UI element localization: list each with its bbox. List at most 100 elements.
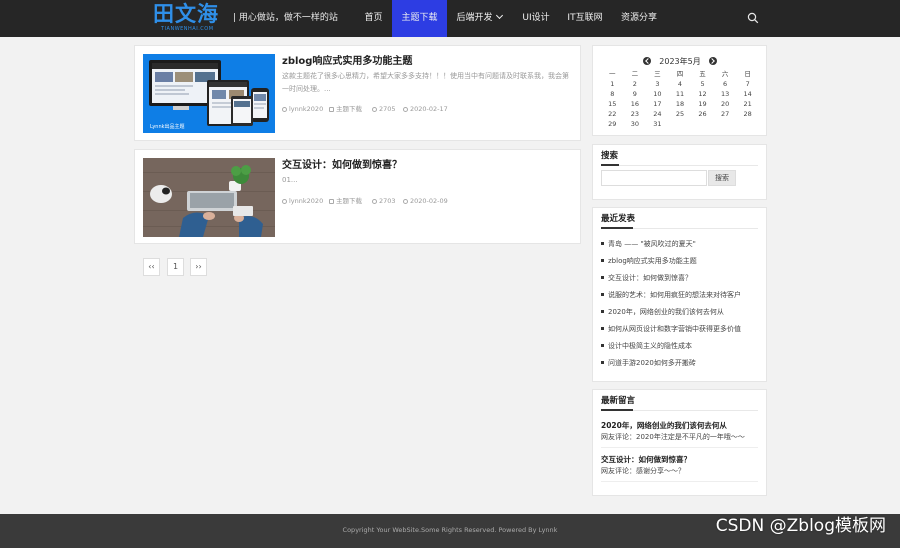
post-meta: lynnk2020 主题下载 2705 2020-02-17 (282, 104, 574, 114)
calendar-day: 11 (675, 90, 685, 98)
recent-post-link[interactable]: 交互设计：如何做到惊喜？ (601, 273, 692, 283)
calendar-day: 31 (653, 120, 662, 128)
recent-post-title: 如何从网页设计和数字营销中获得更多价值 (608, 325, 741, 333)
nav-item-theme-download[interactable]: 主题下载 (392, 0, 447, 37)
calendar-day: 6 (723, 80, 728, 88)
chevron-down-icon (495, 11, 503, 20)
user-icon (282, 107, 287, 112)
watermark-text: CSDN @Zblog模板网 (715, 516, 886, 536)
nav-label: UI设计 (522, 13, 550, 23)
calendar-day: 18 (675, 100, 685, 108)
widget-title: 最近发表 (601, 214, 636, 224)
bullet-icon (601, 259, 604, 262)
calendar-day: 20 (720, 100, 730, 108)
pagination-page-button[interactable]: 1 (167, 258, 184, 276)
calendar-day: 28 (743, 110, 752, 118)
divider (601, 165, 758, 166)
calendar-day (714, 119, 737, 129)
pagination-next-button[interactable]: ›› (190, 258, 207, 276)
author-meta[interactable]: lynnk2020 (282, 196, 323, 206)
calendar-day: 8 (610, 90, 615, 98)
nav-label: 资源分享 (620, 13, 657, 23)
calendar-day: 13 (720, 90, 730, 98)
weekday-label: 一 (609, 70, 616, 78)
post-title[interactable]: 交互设计：如何做到惊喜？ (282, 159, 402, 173)
weekday-label: 三 (654, 70, 661, 78)
calendar-day: 19 (698, 100, 707, 108)
category-name: 主题下载 (336, 105, 362, 113)
calendar-day: 2 (632, 80, 637, 88)
bullet-icon (601, 310, 604, 313)
pagination-prev-button[interactable]: ‹‹ (143, 258, 160, 276)
calendar-day: 14 (743, 90, 752, 98)
calendar-title: 2023年5月 (659, 57, 701, 66)
calendar-day: 16 (630, 100, 639, 108)
site-logo[interactable]: 田文海 TIANWENHAI.COM (153, 3, 219, 33)
views-meta: 2705 (372, 104, 396, 114)
post-thumbnail[interactable]: Lynnk出品主题 (143, 54, 275, 133)
calendar-day: 17 (653, 100, 662, 108)
recent-post-link[interactable]: 设计中极简主义的隐性成本 (601, 341, 692, 351)
post-date: 2020-02-09 (410, 197, 448, 205)
nav-item-ui-design[interactable]: UI设计 (514, 0, 558, 37)
calendar-day: 12 (698, 90, 707, 98)
post-title[interactable]: zblog响应式实用多功能主题 (282, 55, 412, 69)
comment-text[interactable]: 网友评论：2020年注定是不平凡的一年哦～～ (601, 432, 745, 442)
site-slogan: | 用心做站，做不一样的站 (233, 13, 338, 23)
recent-post-link[interactable]: 青岛 —— "被风吹过的夏天" (601, 239, 696, 249)
clock-icon (403, 199, 408, 204)
recent-post-title: 设计中极简主义的隐性成本 (608, 342, 692, 350)
comment-text[interactable]: 网友评论：感谢分享～～？ (601, 466, 685, 476)
nav-item-it-internet[interactable]: IT互联网 (561, 0, 609, 37)
calendar-grid: 一 二 三 四 五 六 日 1 2 3 4 5 6 7 8 9 10 11 12… (601, 69, 759, 129)
comment-post-title[interactable]: 2020年，网络创业的我们该何去何从 (601, 420, 727, 431)
calendar-day: 15 (608, 100, 617, 108)
author-meta[interactable]: lynnk2020 (282, 104, 323, 114)
calendar-day: 1 (610, 80, 615, 88)
folder-icon (329, 199, 334, 204)
calendar-day: 29 (608, 120, 617, 128)
user-icon (282, 199, 287, 204)
desk-laptop-image (143, 158, 275, 237)
recent-post-link[interactable]: 说服的艺术：如何用疯狂的想法来对待客户 (601, 290, 741, 300)
bullet-icon (601, 242, 604, 245)
nav-label: 后端开发 (456, 13, 493, 23)
search-button[interactable]: 搜索 (708, 170, 736, 186)
search-widget: 搜索 搜索 (592, 144, 767, 200)
recent-post-link[interactable]: 问道手游2020如何多开搬砖 (601, 358, 696, 368)
calendar-day: 21 (743, 100, 752, 108)
calendar-next-button[interactable] (709, 57, 717, 65)
widget-title: 最新留言 (601, 396, 636, 406)
title-underline (601, 409, 633, 411)
recent-post-link[interactable]: 如何从网页设计和数字营销中获得更多价值 (601, 324, 741, 334)
author-name: lynnk2020 (289, 105, 324, 113)
calendar-week-row: 1 2 3 4 5 6 7 (601, 79, 759, 89)
comment-post-title[interactable]: 交互设计：如何做到惊喜？ (601, 454, 691, 465)
calendar-day: 9 (632, 90, 637, 98)
recent-post-link[interactable]: 2020年，网络创业的我们该何去何从 (601, 307, 724, 317)
search-input[interactable] (601, 170, 707, 186)
nav-item-backend-dev[interactable]: 后端开发 (449, 0, 509, 37)
recent-post-title: 问道手游2020如何多开搬砖 (608, 359, 696, 367)
calendar-day: 4 (677, 80, 683, 88)
search-icon[interactable] (747, 12, 759, 24)
recent-post-title: 青岛 —— "被风吹过的夏天" (608, 240, 696, 248)
bullet-icon (601, 327, 604, 330)
recent-post-title: 说服的艺术：如何用疯狂的想法来对待客户 (608, 291, 741, 299)
calendar-day (669, 119, 692, 129)
views-count: 2705 (379, 105, 396, 113)
divider (601, 447, 758, 448)
nav-item-resources[interactable]: 资源分享 (614, 0, 664, 37)
recent-post-link[interactable]: zblog响应式实用多功能主题 (601, 256, 697, 266)
post-thumbnail[interactable] (143, 158, 275, 237)
post-date: 2020-02-17 (410, 105, 448, 113)
category-meta[interactable]: 主题下载 (329, 104, 362, 114)
calendar-day: 22 (608, 110, 617, 118)
category-meta[interactable]: 主题下载 (329, 196, 362, 206)
post-excerpt: 这款主题花了很多心思精力，希望大家多多支持！！！使用当中有问题请及时联系我，我会… (282, 72, 569, 93)
calendar-day: 26 (698, 110, 707, 118)
logo-text: 田文海 (153, 1, 219, 26)
calendar-day: 23 (630, 110, 639, 118)
divider (601, 481, 758, 482)
nav-item-home[interactable]: 首页 (355, 0, 392, 37)
